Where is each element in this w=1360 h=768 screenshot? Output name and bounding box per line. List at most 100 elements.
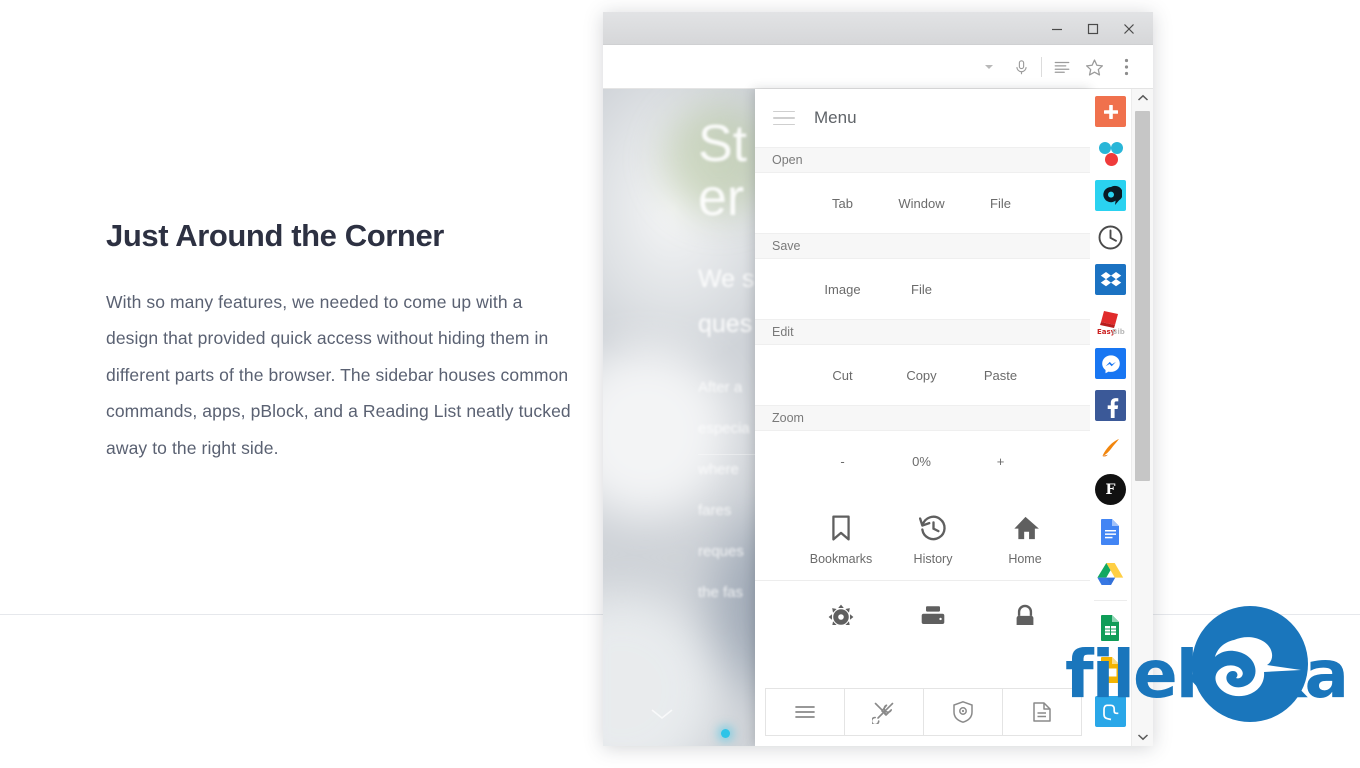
- menu-section-header-zoom: Zoom: [755, 405, 1092, 431]
- webpage-body-text: After a especia where fares reques the f…: [698, 379, 750, 601]
- sidebar-app-google-slides[interactable]: [1095, 654, 1126, 685]
- minimize-icon[interactable]: [1039, 12, 1075, 45]
- menu-shortcut-history[interactable]: History: [887, 513, 979, 566]
- toolbar-separator: [1041, 57, 1042, 77]
- menu-section-row-edit: Cut Copy Paste: [755, 345, 1092, 405]
- sidebar-app-dots[interactable]: [1095, 138, 1126, 169]
- sidebar-app-evernote[interactable]: [1095, 696, 1126, 727]
- evernote-icon: [1102, 703, 1118, 720]
- menu-item-open-tab[interactable]: Tab: [803, 196, 882, 211]
- microphone-icon[interactable]: [1006, 52, 1036, 82]
- menu-item-edit-paste[interactable]: Paste: [961, 368, 1040, 383]
- sidebar-app-amino[interactable]: [1095, 180, 1126, 211]
- shield-icon: [953, 701, 973, 723]
- scroll-down-icon[interactable]: [1137, 728, 1149, 746]
- menu-item-save-image[interactable]: Image: [803, 282, 882, 297]
- scrollbar-track[interactable]: [1132, 107, 1153, 728]
- marketing-copy: Just Around the Corner With so many feat…: [106, 218, 576, 466]
- sidebar-app-google-docs[interactable]: [1095, 516, 1126, 547]
- sidebar-app-add[interactable]: [1095, 96, 1126, 127]
- tab-reading-list[interactable]: [1003, 689, 1081, 735]
- reading-list-icon: [1033, 702, 1051, 722]
- fiverr-letter: F: [1105, 481, 1116, 498]
- menu-scroll-area[interactable]: Open Tab Window File Save Image File Edi…: [755, 147, 1092, 688]
- menu-shortcut-label: History: [913, 552, 953, 566]
- tab-pblock[interactable]: [924, 689, 1003, 735]
- tab-menu[interactable]: [766, 689, 845, 735]
- vertical-scrollbar[interactable]: [1131, 89, 1153, 746]
- messenger-icon: [1101, 354, 1120, 373]
- sidebar-app-facebook[interactable]: [1095, 390, 1126, 421]
- menu-section-row-save: Image File: [755, 259, 1092, 319]
- printer-icon: [919, 601, 947, 625]
- easybib-icon: Easy Bib: [1097, 310, 1125, 336]
- webpage-subheading: We s ques: [698, 265, 755, 338]
- home-icon: [1011, 513, 1040, 543]
- bookmark-star-icon[interactable]: [1079, 52, 1109, 82]
- reader-mode-icon[interactable]: [1047, 52, 1077, 82]
- sidebar-app-google-sheets[interactable]: [1095, 612, 1126, 643]
- menu-shortcut-label: Bookmarks: [809, 552, 873, 566]
- tools-icon: [872, 702, 894, 724]
- sidebar-app-honey[interactable]: [1095, 432, 1126, 463]
- lock-icon: [1012, 601, 1038, 625]
- menu-shortcut-bookmarks[interactable]: Bookmarks: [795, 513, 887, 566]
- browser-toolbar: [603, 45, 1153, 89]
- zoom-level-value: 0%: [912, 453, 931, 469]
- toolbar-actions: [974, 45, 1141, 89]
- scroll-up-icon[interactable]: [1137, 89, 1149, 107]
- clock-icon: [1098, 225, 1123, 250]
- zoom-out-button[interactable]: -: [803, 454, 882, 469]
- close-icon[interactable]: [1111, 12, 1147, 45]
- scroll-down-chevron-icon[interactable]: [648, 706, 676, 727]
- maximize-icon[interactable]: [1075, 12, 1111, 45]
- menu-item-open-window[interactable]: Window: [882, 196, 961, 211]
- menu-shortcut-settings[interactable]: Settings: [795, 601, 887, 625]
- amino-icon: [1102, 185, 1122, 205]
- plus-icon: [1103, 104, 1118, 119]
- menu-header: Menu: [755, 89, 1092, 147]
- menu-shortcut-label: Home: [1008, 552, 1042, 566]
- zoom-in-button[interactable]: +: [961, 454, 1040, 469]
- dropdown-arrow-icon[interactable]: [974, 52, 1004, 82]
- google-slides-icon: [1101, 656, 1119, 683]
- app-sidebar[interactable]: Easy Bib F: [1090, 89, 1131, 746]
- sidebar-app-clock[interactable]: [1095, 222, 1126, 253]
- menu-shortcut-home[interactable]: Home: [979, 513, 1071, 566]
- menu-shortcut-row: Bookmarks History Home: [755, 491, 1092, 581]
- menu-item-edit-copy[interactable]: Copy: [882, 368, 961, 383]
- screenshot-root: Just Around the Corner With so many feat…: [0, 0, 1360, 768]
- google-docs-icon: [1101, 518, 1119, 545]
- browser-window: St er We s ques After a especia where fa…: [603, 12, 1153, 746]
- menu-section-header-edit: Edit: [755, 319, 1092, 345]
- tab-tools[interactable]: [845, 689, 924, 735]
- menu-section-row-open: Tab Window File: [755, 173, 1092, 233]
- hamburger-icon[interactable]: [773, 110, 795, 126]
- menu-section-row-zoom: - 0% +: [755, 431, 1092, 491]
- scrollbar-thumb[interactable]: [1135, 111, 1150, 481]
- sidebar-app-messenger[interactable]: [1095, 348, 1126, 379]
- facebook-icon: [1107, 397, 1118, 418]
- overflow-menu-icon[interactable]: [1111, 52, 1141, 82]
- sidebar-app-google-drive[interactable]: [1095, 558, 1126, 589]
- menu-section-header-open: Open: [755, 147, 1092, 173]
- menu-title: Menu: [814, 108, 857, 127]
- svg-text:Bib: Bib: [1112, 328, 1125, 336]
- sidebar-app-easybib[interactable]: Easy Bib: [1095, 306, 1126, 337]
- menu-shortcut-print[interactable]: Print: [887, 601, 979, 625]
- sidebar-app-fiverr[interactable]: F: [1095, 474, 1126, 505]
- google-drive-icon: [1097, 562, 1124, 585]
- sidebar-app-dropbox[interactable]: [1095, 264, 1126, 295]
- menu-item-save-file[interactable]: File: [882, 282, 961, 297]
- sidebar-menu-panel: Menu Open Tab Window File Save Image Fil…: [755, 89, 1092, 746]
- watermark-logo-icon: [1190, 604, 1310, 729]
- gear-icon: [827, 601, 855, 625]
- webpage-accent-dot: [721, 729, 730, 738]
- google-sheets-icon: [1101, 614, 1119, 641]
- webpage-hero-heading: St er: [698, 115, 748, 227]
- menu-shortcut-private[interactable]: Private: [979, 601, 1071, 625]
- menu-item-edit-cut[interactable]: Cut: [803, 368, 882, 383]
- menu-item-open-file[interactable]: File: [961, 196, 1040, 211]
- bookmark-icon: [828, 513, 854, 543]
- dropbox-icon: [1100, 271, 1121, 286]
